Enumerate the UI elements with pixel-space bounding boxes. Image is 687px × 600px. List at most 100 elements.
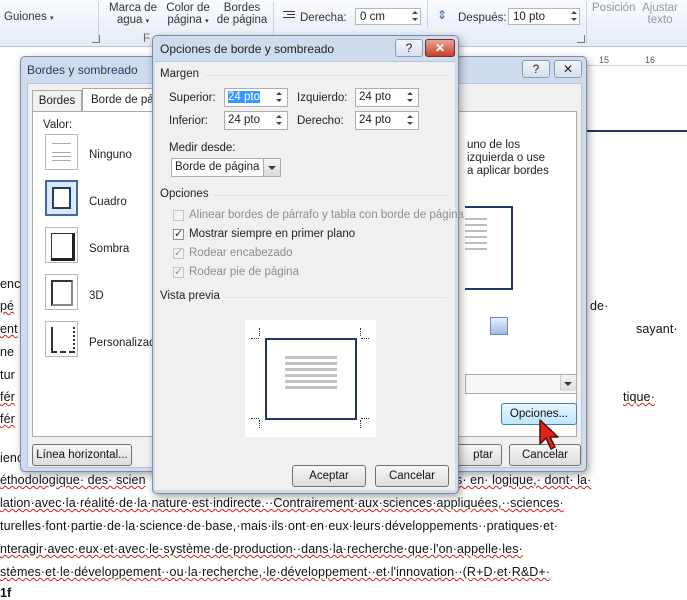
setting-none-label[interactable]: Ninguno [89,149,132,161]
doc-fragment: sayant· [636,322,678,336]
doc-line: lation·avec·la·réalité·de·la·nature·est·… [0,496,564,510]
top-margin-value: 24 pto [228,91,260,103]
bottom-margin-spinner[interactable] [274,112,284,129]
wrap-text-label-2: texto [647,14,673,26]
doc-line: 1f [0,586,12,600]
setting-box-icon[interactable] [45,180,78,216]
help-icon: ? [532,62,540,76]
dialog-launcher-icon[interactable] [577,35,585,43]
surround-footer-checkbox[interactable] [173,265,184,278]
close-button[interactable]: ✕ [425,39,455,57]
accept-button[interactable]: Aceptar [292,465,366,487]
apply-to-select[interactable] [465,374,577,394]
measure-from-label: Medir desde: [169,142,236,154]
preview-pane [245,320,376,437]
setting-custom-icon[interactable] [45,321,78,357]
setting-shadow-label[interactable]: Sombra [89,243,129,255]
group-divider [205,75,447,76]
chevron-down-icon [268,166,276,170]
right-indent-spinner[interactable] [410,8,420,25]
wrap-text-label-1: Ajustar [642,2,678,14]
help-icon: ? [405,41,413,55]
help-button[interactable]: ? [522,60,550,78]
group-label: F [143,33,151,45]
doc-line: turelles·font·partie·de·la·science·de·ba… [0,519,559,533]
page-color-button[interactable]: Color de página ▾ [162,2,214,28]
setting-shadow-icon[interactable] [45,227,78,263]
cancel-button[interactable]: Cancelar [375,465,449,487]
page-borders-label-1: Bordes [223,2,261,14]
instruction-text: a aplicar bordes [467,165,549,177]
horizontal-line-button[interactable]: Línea horizontal... [32,444,132,466]
help-button[interactable]: ? [395,39,423,57]
always-front-label: Mostrar siempre en primer plano [189,228,356,240]
ribbon-separator [427,0,428,28]
chevron-down-icon: ▾ [145,18,150,25]
hyphenation-button[interactable]: Guiones ▾ [4,11,54,25]
dialog-launcher-icon[interactable] [92,35,100,43]
setting-3d-icon[interactable] [45,274,78,310]
doc-line: s· en· logique,· dont· la· [456,473,592,487]
margin-group-label: Margen [160,68,199,80]
measure-from-value: Borde de página [175,161,260,173]
right-border-toggle-icon[interactable] [490,317,508,335]
doc-fragment: enc [0,277,21,291]
setting-3d-label[interactable]: 3D [89,290,104,302]
corner-mark [251,418,259,420]
bottom-margin-label: Inferior: [169,115,208,127]
doc-line: nteragir·avec·eux·et·avec·le·système·de·… [0,542,523,556]
doc-fragment: de· [590,299,609,313]
right-indent-label: Derecha: [300,12,347,24]
page-borders-button[interactable]: Bordes de página [214,2,270,26]
page-color-label-1: Color de [166,2,210,14]
setting-none-icon[interactable] [45,134,78,170]
watermark-label-2: agua [116,14,143,26]
chevron-down-icon: ▾ [205,18,209,25]
watermark-button[interactable]: Marca de agua ▾ [104,2,162,28]
ruler-mark: 15 [599,55,610,65]
position-button[interactable]: Posición [592,2,635,14]
setting-custom-label[interactable]: Personalizado [89,337,162,349]
left-margin-spinner[interactable] [405,89,415,106]
corner-mark [361,338,369,340]
setting-box-label[interactable]: Cuadro [89,196,127,208]
chevron-down-icon: ▾ [50,15,54,22]
tab-borders[interactable]: Bordes [32,90,82,111]
group-divider [213,195,447,196]
wrap-text-button[interactable]: Ajustar texto [638,2,682,26]
top-margin-label: Superior: [169,92,216,104]
align-borders-label: Alinear bordes de párrafo y tabla con bo… [189,209,464,221]
doc-fragment: tur [0,368,15,382]
page-color-label-2: página [167,14,202,26]
dialog-title: Opciones de borde y sombreado [160,42,335,56]
close-button[interactable]: ✕ [554,60,582,78]
preview-group-label: Vista previa [160,290,220,302]
options-group-label: Opciones [160,188,209,200]
corner-mark [360,420,362,428]
corner-mark [259,328,261,336]
measure-from-select[interactable]: Borde de página [171,158,281,177]
ruler-mark: 16 [645,55,656,65]
doc-fragment: fér [0,412,15,426]
instruction-text: izquierda o use [467,152,545,164]
top-margin-spinner[interactable] [274,89,284,106]
spacing-after-spinner[interactable] [569,8,579,25]
always-front-checkbox[interactable] [173,227,184,240]
instruction-text: uno de los [467,139,521,151]
right-margin-label: Derecho: [297,115,344,127]
surround-footer-label: Rodear pie de página [189,266,299,278]
surround-header-checkbox[interactable] [173,246,184,259]
corner-mark [360,328,362,336]
corner-mark [259,420,261,428]
spacing-after-icon: ⇕ [437,8,448,22]
close-icon: ✕ [562,62,574,76]
chevron-down-icon [564,382,572,386]
align-borders-checkbox[interactable] [173,210,184,221]
right-margin-spinner[interactable] [405,112,415,129]
doc-fragment: fér [0,390,15,404]
surround-header-label: Rodear encabezado [189,247,293,259]
setting-label: Valor: [43,119,73,131]
dialog-title: Bordes y sombreado [27,63,138,77]
dialog-content: Margen Superior: 24 pto Izquierdo: 24 pt… [155,61,464,490]
doc-line: éthodologique· des· scien [0,473,146,487]
